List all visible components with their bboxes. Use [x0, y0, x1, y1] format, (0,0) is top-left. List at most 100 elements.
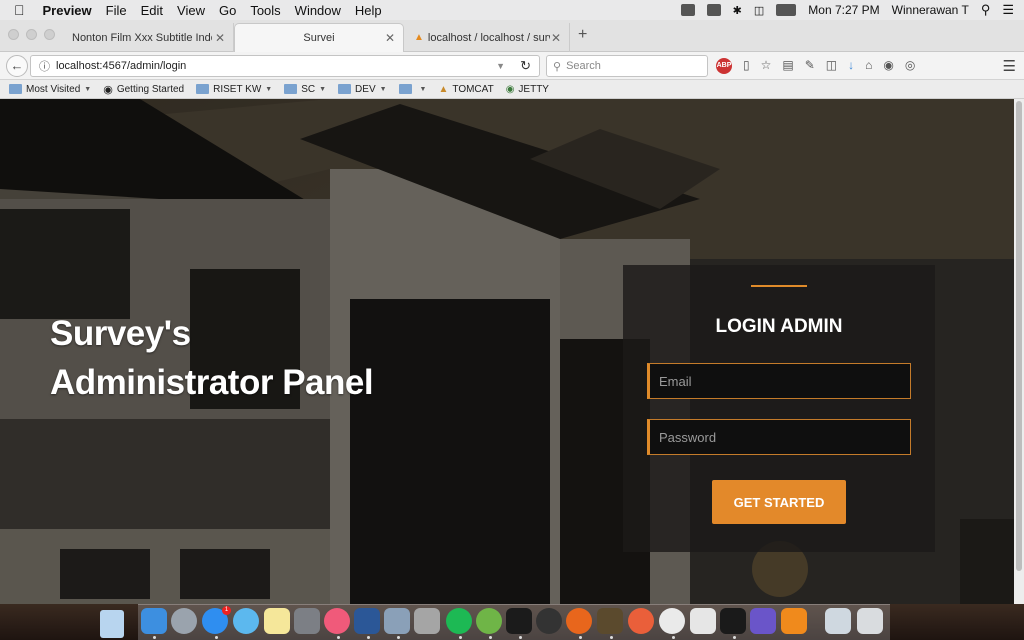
- chevron-down-icon: ▼: [379, 85, 387, 93]
- search-bar[interactable]: ⚲ Search: [546, 55, 708, 77]
- archive-utility-icon[interactable]: [414, 608, 440, 634]
- window-manager-icon[interactable]: [825, 608, 851, 634]
- menu-go[interactable]: Go: [219, 3, 236, 18]
- itunes-icon[interactable]: [324, 608, 350, 634]
- bookmark-tomcat[interactable]: ▲ TOMCAT: [438, 84, 493, 95]
- preview-document-icon[interactable]: [100, 610, 124, 638]
- search-icon: ⚲: [553, 60, 562, 73]
- bookmark-unnamed-folder[interactable]: ▼: [398, 84, 426, 94]
- menu-edit[interactable]: Edit: [141, 3, 163, 18]
- launchpad-icon[interactable]: [171, 608, 197, 634]
- running-indicator: [153, 636, 156, 639]
- url-history-dropdown-icon[interactable]: ▼: [496, 61, 505, 71]
- disk-utility-icon[interactable]: [536, 608, 562, 634]
- trash-icon[interactable]: [857, 608, 883, 634]
- minimize-window-button[interactable]: [26, 29, 37, 40]
- bookmark-label: SC: [301, 83, 316, 95]
- battery-icon[interactable]: [776, 4, 797, 16]
- macos-dock: 1: [0, 604, 1024, 640]
- sequel-pro-icon[interactable]: [690, 608, 716, 634]
- bluetooth-icon[interactable]: ✱: [733, 4, 742, 17]
- sync-icon[interactable]: ◎: [905, 58, 915, 74]
- firefox-icon[interactable]: [566, 608, 592, 634]
- menu-view[interactable]: View: [177, 3, 205, 18]
- login-panel: LOGIN ADMIN GET STARTED: [623, 265, 935, 552]
- status-app-icon[interactable]: [680, 4, 695, 16]
- sublime-text-icon[interactable]: [597, 608, 623, 634]
- postman-icon[interactable]: [628, 608, 654, 634]
- bookmark-sc[interactable]: SC ▼: [284, 84, 326, 95]
- menu-help[interactable]: Help: [355, 3, 382, 18]
- url-bar[interactable]: ⓘ localhost:4567/admin/login ▼ ↻: [30, 55, 540, 77]
- spotlight-search-icon[interactable]: ⚲: [981, 2, 991, 18]
- apple-icon[interactable]: : [14, 2, 25, 18]
- clock[interactable]: Mon 7:27 PM: [808, 3, 879, 17]
- extension-icon[interactable]: ✎: [805, 58, 815, 74]
- user-name[interactable]: Winnerawan T: [892, 3, 969, 17]
- reload-icon[interactable]: ↻: [520, 58, 531, 74]
- site-info-icon[interactable]: ⓘ: [39, 58, 50, 74]
- email-field[interactable]: [647, 363, 911, 399]
- menu-app-name[interactable]: Preview: [43, 3, 92, 18]
- running-indicator: [337, 636, 340, 639]
- close-tab-icon[interactable]: ✕: [215, 31, 225, 45]
- notes-icon[interactable]: [264, 608, 290, 634]
- scrollbar-thumb[interactable]: [1016, 101, 1022, 571]
- url-text[interactable]: localhost:4567/admin/login: [56, 60, 186, 72]
- close-tab-icon[interactable]: ✕: [551, 31, 561, 45]
- jetty-icon: ◉: [505, 83, 515, 95]
- home-icon[interactable]: ⌂: [865, 58, 872, 74]
- bookmark-riset-kw[interactable]: RISET KW ▼: [196, 84, 272, 95]
- page-scrollbar[interactable]: [1014, 99, 1024, 604]
- folder-icon: [338, 84, 352, 94]
- bootstrap-studio-icon[interactable]: [750, 608, 776, 634]
- android-studio-icon[interactable]: [476, 608, 502, 634]
- get-started-button[interactable]: GET STARTED: [712, 480, 846, 524]
- menu-file[interactable]: File: [106, 3, 127, 18]
- heading-accent-line: [751, 285, 807, 287]
- terminal-icon[interactable]: [506, 608, 532, 634]
- system-preferences-icon[interactable]: [294, 608, 320, 634]
- new-tab-icon[interactable]: +: [578, 26, 587, 44]
- preview-icon[interactable]: [384, 608, 410, 634]
- hamburger-menu-icon[interactable]: ☰: [1003, 57, 1016, 75]
- tab-nonton-film[interactable]: Nonton Film Xxx Subtitle Indonesi ✕: [62, 23, 234, 52]
- folder-icon: [284, 84, 298, 94]
- intellij-idea-icon[interactable]: [720, 608, 746, 634]
- wifi-icon[interactable]: ◫: [754, 4, 764, 17]
- password-field[interactable]: [647, 419, 911, 455]
- notification-center-icon[interactable]: ☰: [1002, 2, 1014, 18]
- tab-survei[interactable]: Survei ✕: [234, 23, 404, 52]
- clipboard-icon[interactable]: ▤: [782, 58, 793, 74]
- adblock-icon[interactable]: ABP: [716, 58, 732, 74]
- word-icon[interactable]: [354, 608, 380, 634]
- bookmark-jetty[interactable]: ◉ JETTY: [506, 84, 549, 95]
- close-window-button[interactable]: [8, 29, 19, 40]
- bookmark-dev[interactable]: DEV ▼: [338, 84, 387, 95]
- chrome-icon[interactable]: [659, 608, 685, 634]
- zoom-window-button[interactable]: [44, 29, 55, 40]
- reader-icon[interactable]: ▯: [743, 58, 750, 74]
- tab-phpmyadmin[interactable]: ▲ localhost / localhost / survey ✕: [404, 23, 570, 52]
- vlc-icon[interactable]: [781, 608, 807, 634]
- bookmark-label: Most Visited: [26, 83, 81, 95]
- safari-icon[interactable]: [233, 608, 259, 634]
- menu-window[interactable]: Window: [295, 3, 341, 18]
- close-tab-icon[interactable]: ✕: [385, 31, 395, 45]
- pocket-icon[interactable]: ◉: [883, 58, 893, 74]
- chevron-down-icon: ▼: [84, 85, 92, 93]
- finder-icon[interactable]: [141, 608, 167, 634]
- chevron-down-icon: ▼: [265, 85, 273, 93]
- trash-extension-icon[interactable]: ◫: [826, 58, 837, 74]
- bookmark-star-icon[interactable]: ☆: [761, 58, 772, 74]
- running-indicator: [672, 636, 675, 639]
- bookmark-label: DEV: [355, 83, 376, 95]
- spotify-icon[interactable]: [446, 608, 472, 634]
- display-icon[interactable]: [706, 4, 721, 16]
- download-icon[interactable]: ↓: [848, 58, 854, 74]
- bookmark-most-visited[interactable]: Most Visited ▼: [9, 84, 91, 95]
- bookmark-getting-started[interactable]: ◉ Getting Started: [103, 83, 184, 96]
- menu-tools[interactable]: Tools: [250, 3, 280, 18]
- tab-title: Survei: [303, 32, 335, 44]
- back-button[interactable]: ←: [6, 55, 28, 77]
